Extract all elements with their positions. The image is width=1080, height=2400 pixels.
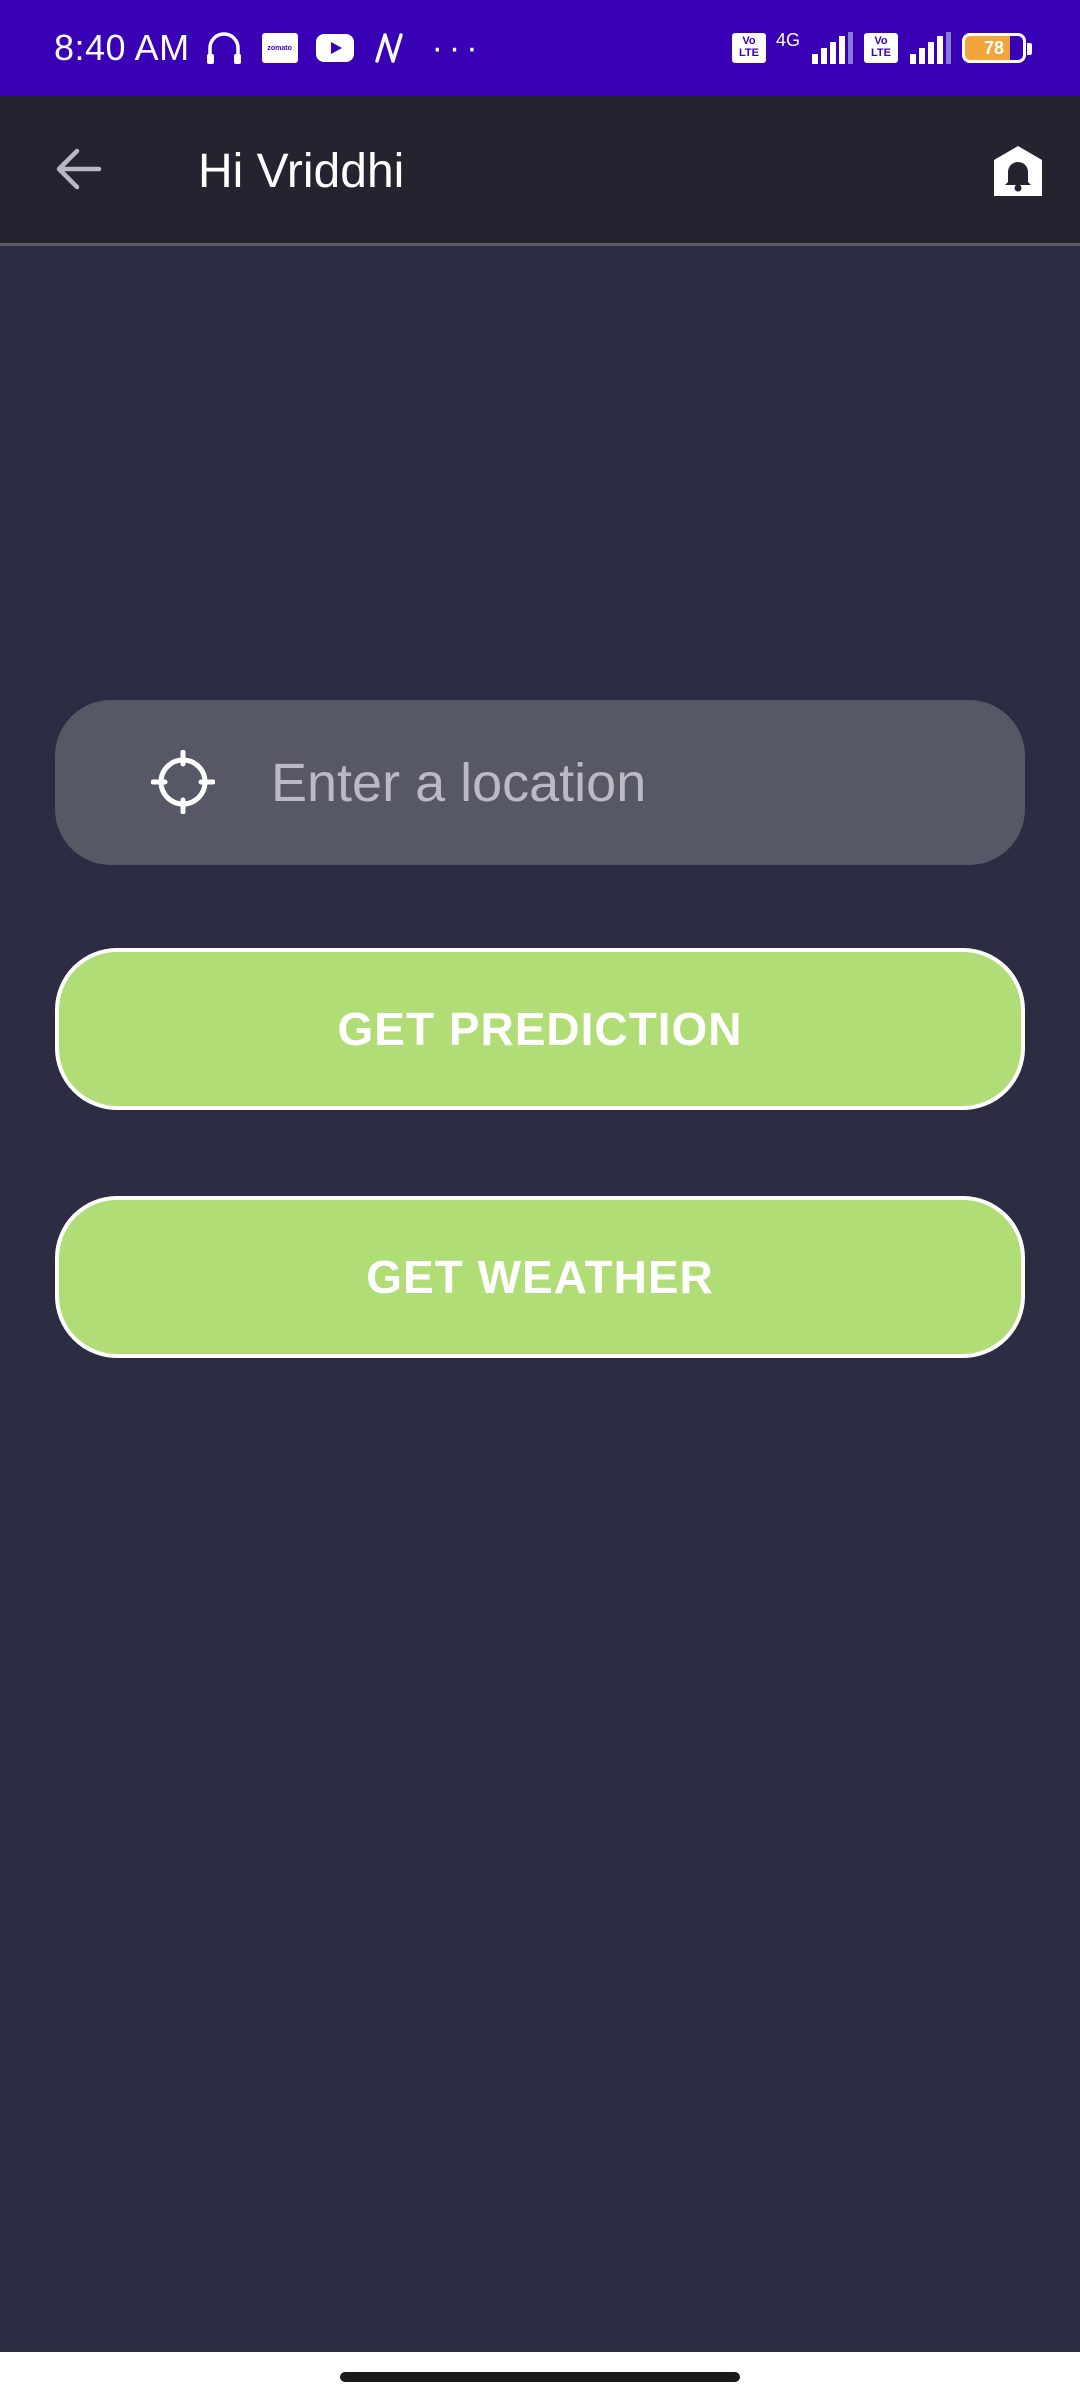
status-time: 8:40 AM bbox=[54, 27, 190, 68]
get-prediction-button[interactable]: GET PREDICTION bbox=[55, 948, 1025, 1110]
battery-level: 78 bbox=[983, 37, 1005, 58]
crosshair-icon[interactable] bbox=[150, 749, 216, 815]
status-bar: 8:40 AM zomato ··· Vo LTE 4G Vo LTE 78 bbox=[0, 0, 1080, 96]
page-title: Hi Vriddhi bbox=[198, 145, 405, 198]
bell-icon bbox=[994, 145, 1042, 203]
signal-icon bbox=[810, 32, 854, 64]
network-type-label: 4G bbox=[775, 29, 800, 50]
volte-icon-2: Vo LTE bbox=[864, 33, 898, 63]
location-field[interactable] bbox=[55, 700, 1025, 865]
app-bar: Hi Vriddhi bbox=[0, 96, 1080, 246]
zomato-icon: zomato bbox=[261, 33, 298, 63]
notification-button[interactable] bbox=[990, 145, 1046, 203]
more-dots-icon: ··· bbox=[431, 28, 484, 67]
gesture-bar bbox=[0, 2352, 1080, 2400]
system-indicators: Vo LTE 4G Vo LTE 78 bbox=[731, 29, 1032, 67]
signal-icon-2 bbox=[908, 32, 952, 64]
back-button[interactable] bbox=[48, 146, 108, 196]
youtube-icon bbox=[315, 34, 354, 62]
location-input[interactable] bbox=[271, 740, 971, 826]
battery-icon: 78 bbox=[962, 33, 1032, 63]
volte-icon: Vo LTE bbox=[731, 33, 766, 63]
app-screen: 8:40 AM zomato ··· Vo LTE 4G Vo LTE 78 H… bbox=[0, 0, 1080, 2400]
arrow-left-icon bbox=[53, 147, 103, 196]
get-weather-button[interactable]: GET WEATHER bbox=[55, 1196, 1025, 1358]
notification-icons: zomato ··· bbox=[204, 28, 484, 68]
home-indicator[interactable] bbox=[340, 2372, 740, 2382]
headphones-icon bbox=[204, 28, 244, 68]
app-n-icon bbox=[372, 31, 406, 65]
